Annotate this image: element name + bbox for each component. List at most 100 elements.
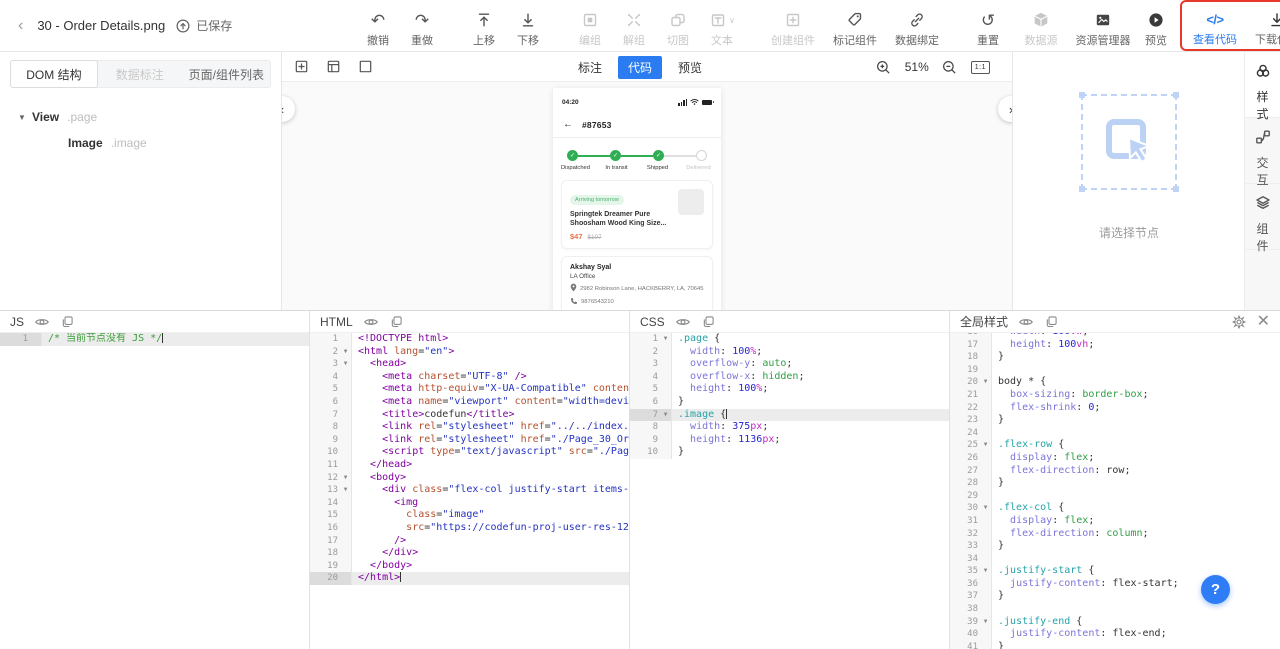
redo-button[interactable]: ↷重做 — [400, 4, 444, 48]
code-line: 8 <link rel="stylesheet" href="../../ind… — [310, 421, 629, 434]
view-code-button[interactable]: </>查看代码 — [1184, 3, 1246, 47]
code-text: <title>codefun</title> — [352, 409, 629, 422]
back-button[interactable]: ‹ — [14, 17, 27, 35]
zoom-in-icon[interactable] — [875, 58, 893, 76]
layout-icon[interactable] — [324, 58, 342, 76]
fold-arrow-icon[interactable]: ▼ — [980, 439, 991, 452]
frame-icon[interactable] — [356, 58, 374, 76]
html-panel-body[interactable]: 1<!DOCTYPE html>2▼<html lang="en">3▼ <he… — [310, 333, 629, 649]
code-settings-icon[interactable] — [1231, 314, 1247, 330]
fold-arrow-icon[interactable]: ▼ — [340, 358, 351, 371]
left-tab-0[interactable]: DOM 结构 — [10, 60, 98, 88]
move-down-button[interactable]: 下移 — [506, 4, 550, 48]
actual-size-button[interactable]: 1:1 — [971, 61, 990, 74]
prev-page-button[interactable]: ‹ — [282, 96, 295, 122]
line-number: 25 — [950, 439, 980, 452]
line-gutter: 1 — [0, 333, 42, 346]
left-tab-1[interactable]: 数据标注 — [97, 61, 183, 87]
global-style-panel-body[interactable]: 16 width: 100vw;17 height: 100vh;18}1920… — [950, 333, 1280, 649]
line-number: 4 — [630, 371, 660, 384]
tree-row-image[interactable]: Image.image — [18, 130, 281, 156]
right-tab-label-char: 样 — [1256, 89, 1268, 105]
wifi-icon — [690, 93, 699, 111]
preview-button[interactable]: 预览 — [1134, 4, 1178, 48]
status-icons — [678, 93, 712, 111]
right-tab-component[interactable]: 组件 — [1245, 184, 1280, 250]
download-code-button[interactable]: 下载代码 — [1246, 3, 1280, 47]
fold-arrow-icon[interactable]: ▼ — [980, 616, 991, 629]
line-gutter: 3 — [630, 358, 672, 371]
line-gutter: 6 — [630, 396, 672, 409]
close-icon[interactable]: ✕ — [1257, 314, 1270, 330]
fold-arrow-icon[interactable]: ▼ — [660, 333, 671, 346]
address-street: 2982 Robinson Lane, HACKBERRY, LA, 70645 — [580, 286, 704, 292]
code-text: <!DOCTYPE html> — [352, 333, 629, 346]
line-number: 1 — [310, 333, 340, 346]
data-binding-button[interactable]: 数据绑定 — [886, 4, 948, 48]
copy-icon[interactable] — [389, 314, 404, 329]
visibility-icon[interactable] — [1018, 314, 1034, 330]
fold-arrow-icon[interactable]: ▼ — [660, 409, 671, 422]
tree-node-class: .image — [111, 136, 147, 150]
back-arrow-icon: ← — [563, 119, 573, 130]
fold-arrow-icon[interactable]: ▼ — [980, 565, 991, 578]
code-text: class="image" — [352, 509, 629, 522]
code-text — [992, 427, 1280, 440]
code-text: } — [992, 540, 1280, 553]
code-text: flex-shrink: 0; — [992, 402, 1280, 415]
copy-icon[interactable] — [701, 314, 716, 329]
resource-manager-button[interactable]: 资源管理器 — [1072, 4, 1134, 48]
right-tab-style[interactable]: 样式 — [1245, 52, 1280, 118]
line-gutter: 33 — [950, 540, 992, 553]
help-button[interactable]: ? — [1201, 575, 1230, 604]
code-line: 19 </body> — [310, 560, 629, 573]
line-number: 4 — [310, 371, 340, 384]
line-gutter: 30▼ — [950, 502, 992, 515]
line-number: 38 — [950, 603, 980, 616]
group-button: 编组 — [568, 4, 612, 48]
js-panel-body[interactable]: 1/* 当前节点没有 JS */ — [0, 333, 309, 649]
css-panel-body[interactable]: 1▼.page {2 width: 100%;3 overflow-y: aut… — [630, 333, 949, 649]
zoom-out-icon[interactable] — [941, 58, 959, 76]
visibility-icon[interactable] — [675, 314, 691, 330]
design-preview[interactable]: 04:20 ← #87653 ✓✓✓ DispatchedIn transitS… — [553, 88, 721, 310]
data-binding-button-label: 数据绑定 — [895, 32, 939, 48]
fold-arrow-icon[interactable]: ▼ — [340, 472, 351, 485]
mark-component-button[interactable]: 标记组件 — [824, 4, 886, 48]
line-gutter: 5 — [630, 383, 672, 396]
code-line: 18} — [950, 351, 1280, 364]
line-gutter: 32 — [950, 528, 992, 541]
code-line: 9 height: 1136px; — [630, 434, 949, 447]
copy-icon[interactable] — [60, 314, 75, 329]
fold-arrow-icon[interactable]: ▼ — [980, 502, 991, 515]
fold-arrow-icon[interactable]: ▼ — [340, 346, 351, 359]
step-connector — [578, 155, 610, 157]
js-panel-header: JS — [0, 311, 309, 333]
move-up-button-label: 上移 — [473, 32, 495, 48]
move-up-button[interactable]: 上移 — [462, 4, 506, 48]
undo-button[interactable]: ↶撤销 — [356, 4, 400, 48]
canvas[interactable]: 标注代码预览 51% 1:1 ‹ › 04:20 — [282, 52, 1012, 310]
view-tab-0[interactable]: 标注 — [568, 56, 612, 79]
copy-icon[interactable] — [1044, 314, 1059, 329]
fit-canvas-icon[interactable] — [292, 58, 310, 76]
tree-row-view[interactable]: ▼View.page — [18, 104, 281, 130]
left-tab-2[interactable]: 页面/组件列表 — [183, 61, 270, 87]
fold-arrow-icon[interactable]: ▼ — [340, 484, 351, 497]
view-tab-2[interactable]: 预览 — [668, 56, 712, 79]
visibility-icon[interactable] — [363, 314, 379, 330]
visibility-icon[interactable] — [34, 314, 50, 330]
html-panel: HTML1<!DOCTYPE html>2▼<html lang="en">3▼… — [310, 311, 630, 649]
line-gutter: 8 — [630, 421, 672, 434]
reset-button[interactable]: ↺重置 — [966, 4, 1010, 48]
line-number: 12 — [310, 472, 340, 485]
line-number: 22 — [950, 402, 980, 415]
next-page-button[interactable]: › — [998, 96, 1012, 122]
toolbar-main-tools: ↶撤销↷重做上移下移编组解组切图∨文本创建组件标记组件数据绑定↺重置 — [356, 4, 1010, 48]
code-line: 41} — [950, 641, 1280, 649]
code-line: 20▼body * { — [950, 376, 1280, 389]
code-line: 5 height: 100%; — [630, 383, 949, 396]
view-tab-1[interactable]: 代码 — [618, 56, 662, 79]
right-tab-interaction[interactable]: 交互 — [1245, 118, 1280, 184]
fold-arrow-icon[interactable]: ▼ — [980, 376, 991, 389]
